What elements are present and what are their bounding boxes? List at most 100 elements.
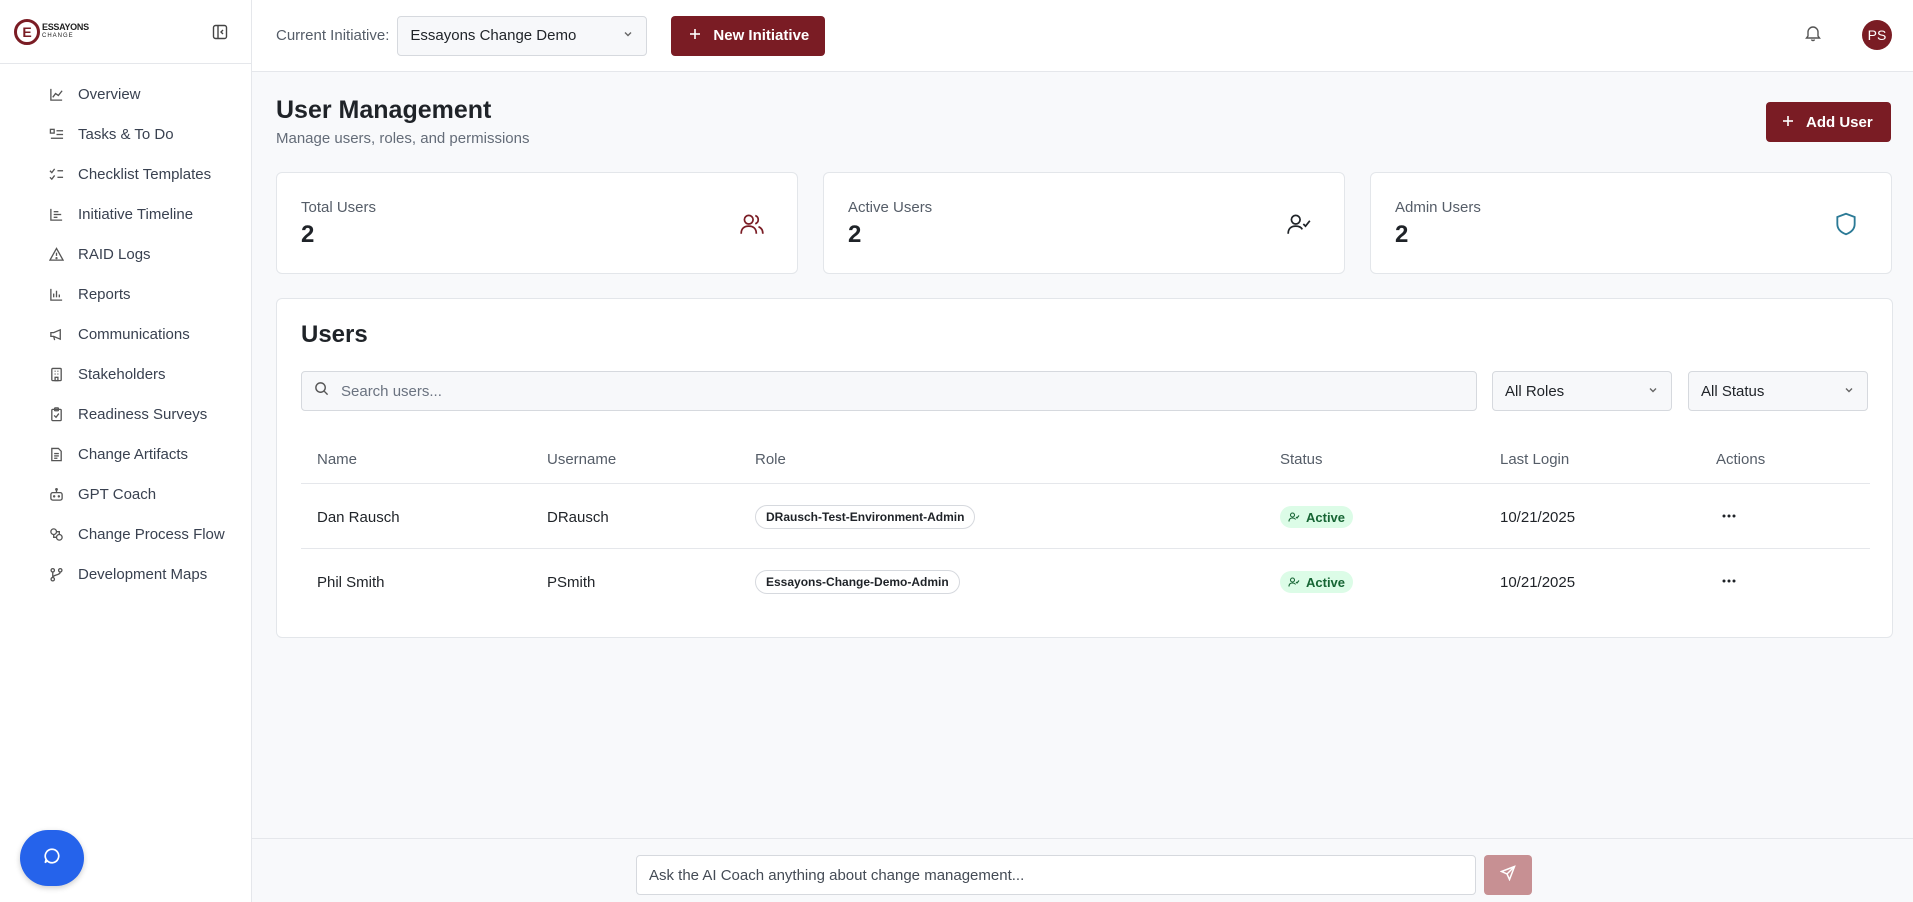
role-badge: Essayons-Change-Demo-Admin (755, 570, 960, 594)
user-name: Dan Rausch (317, 509, 400, 526)
sidebar-header: E ESSAYONS CHANGE (0, 0, 251, 64)
plus-icon (1782, 114, 1794, 131)
stat-label: Admin Users (1395, 199, 1481, 216)
page-title: User Management (276, 96, 492, 124)
chevron-down-icon (1647, 383, 1659, 400)
logo[interactable]: E ESSAYONS CHANGE (14, 18, 89, 45)
sidebar-item-overview[interactable]: Overview (0, 74, 251, 114)
status-badge: Active (1280, 506, 1354, 528)
building-icon (48, 366, 64, 382)
ai-coach-input[interactable] (636, 855, 1476, 895)
shield-icon (1833, 211, 1859, 237)
column-header-last-login[interactable]: Last Login (1500, 451, 1569, 468)
bell-icon[interactable] (1805, 24, 1825, 44)
logo-line1: ESSAYONS (42, 21, 89, 32)
column-header-status[interactable]: Status (1280, 451, 1323, 468)
initiative-select[interactable]: Essayons Change Demo (397, 15, 648, 56)
search-input[interactable] (341, 382, 1441, 400)
new-initiative-button[interactable]: New Initiative (671, 15, 826, 56)
more-actions-icon[interactable] (1717, 506, 1741, 526)
logo-mark: E (14, 18, 40, 45)
more-actions-icon[interactable] (1717, 571, 1741, 591)
sidebar-item-checklist-templates[interactable]: Checklist Templates (0, 154, 251, 194)
sidebar-item-communications[interactable]: Communications (0, 314, 251, 354)
search-field[interactable] (301, 371, 1477, 411)
stat-card-active-users: Active Users 2 (823, 172, 1345, 274)
add-user-button[interactable]: Add User (1766, 102, 1891, 142)
send-icon (1499, 864, 1516, 886)
users-title: Users (301, 321, 368, 348)
ai-coach-bar (252, 838, 1913, 902)
top-bar: Current Initiative: Essayons Change Demo… (252, 0, 1913, 72)
timeline-icon (48, 206, 64, 222)
sidebar-item-label: Reports (78, 285, 131, 303)
stat-value: 2 (848, 221, 862, 248)
git-branch-icon (48, 566, 64, 582)
column-header-role[interactable]: Role (755, 451, 786, 468)
user-check-icon (1286, 211, 1312, 237)
bot-icon (48, 486, 64, 502)
search-icon (314, 381, 329, 401)
stat-card-admin-users: Admin Users 2 (1370, 172, 1892, 274)
sidebar-item-gpt-coach[interactable]: GPT Coach (0, 474, 251, 514)
sidebar-item-change-artifacts[interactable]: Change Artifacts (0, 434, 251, 474)
sidebar: E ESSAYONS CHANGE Overview Tasks & To Do… (0, 0, 252, 902)
roles-filter-value: All Roles (1505, 382, 1565, 400)
sidebar-item-tasks[interactable]: Tasks & To Do (0, 114, 251, 154)
user-username: PSmith (547, 574, 596, 591)
user-username: DRausch (547, 509, 609, 526)
user-check-icon (1288, 577, 1300, 587)
avatar[interactable]: PS (1862, 20, 1892, 50)
sidebar-item-label: Overview (78, 85, 141, 103)
sidebar-item-label: Communications (78, 325, 190, 343)
sidebar-item-label: Change Process Flow (78, 525, 225, 543)
sidebar-toggle-icon[interactable] (211, 23, 229, 41)
sidebar-item-label: RAID Logs (78, 245, 151, 263)
chat-launcher-button[interactable] (20, 830, 84, 886)
sidebar-nav: Overview Tasks & To Do Checklist Templat… (0, 64, 251, 594)
chevron-down-icon (622, 27, 634, 44)
logo-text: ESSAYONS CHANGE (42, 21, 89, 41)
stat-label: Active Users (848, 199, 933, 216)
initiative-select-value: Essayons Change Demo (410, 27, 577, 44)
chevron-down-icon (1843, 383, 1855, 400)
status-filter-select[interactable]: All Status (1688, 371, 1868, 411)
status-badge: Active (1280, 571, 1354, 593)
sidebar-item-development-maps[interactable]: Development Maps (0, 554, 251, 594)
sidebar-item-reports[interactable]: Reports (0, 274, 251, 314)
bar-chart-icon (48, 286, 64, 302)
table-divider (301, 548, 1870, 549)
sidebar-item-change-process-flow[interactable]: Change Process Flow (0, 514, 251, 554)
file-text-icon (48, 446, 64, 462)
users-card: Users All Roles All Status Name Username… (276, 298, 1893, 638)
send-button[interactable] (1484, 855, 1532, 895)
sidebar-item-stakeholders[interactable]: Stakeholders (0, 354, 251, 394)
stat-label: Total Users (301, 199, 377, 216)
chart-line-icon (48, 86, 64, 102)
role-badge: DRausch-Test-Environment-Admin (755, 505, 976, 529)
users-icon (739, 211, 765, 237)
user-last-login: 10/21/2025 (1500, 509, 1576, 526)
stat-value: 2 (301, 221, 315, 248)
user-name: Phil Smith (317, 574, 385, 591)
column-header-name[interactable]: Name (317, 451, 357, 468)
sidebar-item-label: GPT Coach (78, 485, 157, 503)
status-text: Active (1306, 509, 1346, 525)
sidebar-item-label: Development Maps (78, 565, 208, 583)
sidebar-item-readiness-surveys[interactable]: Readiness Surveys (0, 394, 251, 434)
sidebar-item-initiative-timeline[interactable]: Initiative Timeline (0, 194, 251, 234)
new-initiative-label: New Initiative (713, 27, 810, 44)
column-header-actions: Actions (1716, 451, 1766, 468)
sidebar-item-label: Checklist Templates (78, 165, 212, 183)
sidebar-item-label: Initiative Timeline (78, 205, 194, 223)
workflow-icon (48, 526, 64, 542)
list-checks-icon (48, 166, 64, 182)
user-last-login: 10/21/2025 (1500, 574, 1576, 591)
logo-line2: CHANGE (42, 32, 74, 39)
sidebar-item-raid-logs[interactable]: RAID Logs (0, 234, 251, 274)
sidebar-item-label: Change Artifacts (78, 445, 189, 463)
initiative-label: Current Initiative: (276, 27, 390, 44)
column-header-username[interactable]: Username (547, 451, 616, 468)
roles-filter-select[interactable]: All Roles (1492, 371, 1672, 411)
sidebar-item-label: Tasks & To Do (78, 125, 174, 143)
